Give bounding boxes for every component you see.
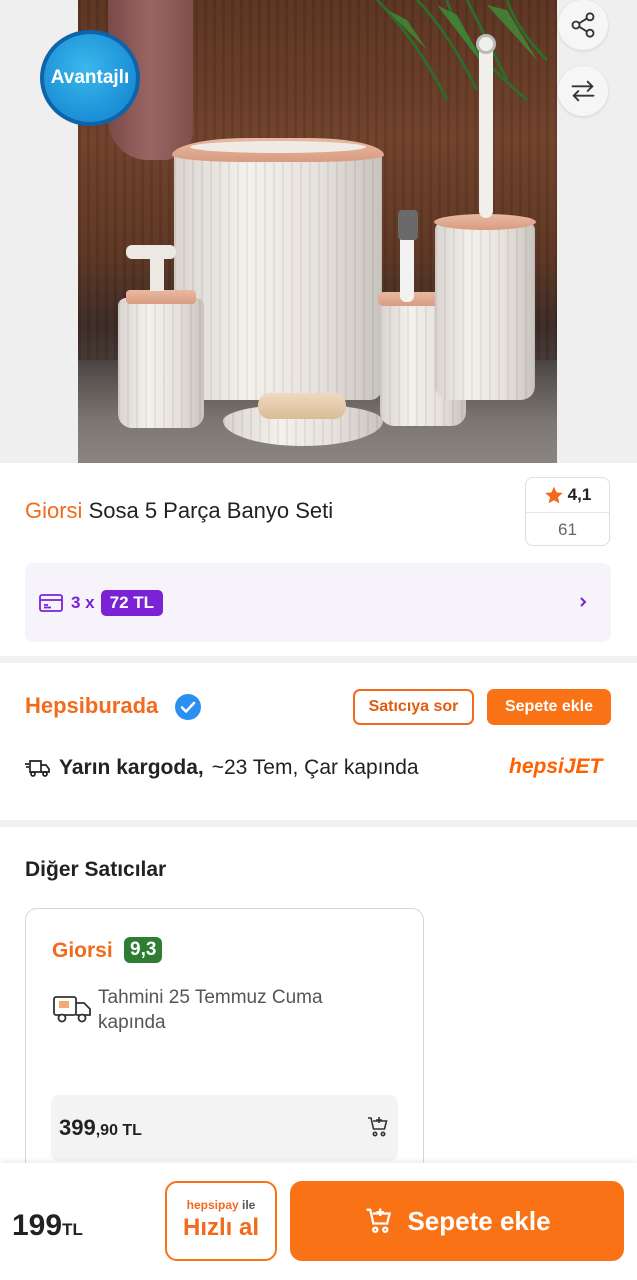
star-icon (544, 486, 563, 504)
installment-amount: 72 TL (100, 589, 164, 616)
fast-buy-button[interactable]: hepsipay ile Hızlı al (165, 1181, 277, 1261)
section-divider (0, 820, 637, 827)
fast-delivery-truck-icon (25, 760, 50, 777)
advantage-badge-label: Avantajlı (50, 67, 130, 88)
add-to-cart-button[interactable]: Sepete ekle (290, 1181, 624, 1261)
share-icon (571, 12, 595, 38)
product-page: Avantajlı Giorsi Sosa 5 Parça Banyo Seti… (0, 0, 637, 1280)
other-seller-eta: Tahmini 25 Temmuz Cuma kapında (98, 987, 323, 1033)
product-brand-link[interactable]: Giorsi (25, 498, 82, 523)
product-name: Sosa 5 Parça Banyo Seti (88, 498, 334, 523)
delivery-truck-icon (53, 996, 91, 1023)
compare-button[interactable] (558, 66, 608, 116)
share-button[interactable] (558, 0, 608, 50)
compare-arrows-icon (571, 80, 595, 102)
fast-buy-label: Hızlı al (182, 1214, 260, 1241)
add-to-cart-icon[interactable] (366, 1115, 390, 1139)
rating-value: 4,1 (567, 485, 592, 504)
installment-count: 3 x (71, 592, 95, 612)
delivery-bold-text: Yarın kargoda, (59, 756, 204, 779)
other-sellers-title: Diğer Satıcılar (25, 858, 167, 881)
verified-badge-icon (175, 694, 201, 720)
installment-banner[interactable]: 3 x 72 TL (25, 563, 611, 642)
delivery-info: Yarın kargoda, ~23 Tem, Çar kapında (25, 756, 419, 780)
product-title: Giorsi Sosa 5 Parça Banyo Seti (25, 498, 333, 524)
cart-plus-icon (366, 1208, 392, 1233)
advantage-badge: Avantajlı (40, 30, 140, 126)
seller-score-badge: 9,3 (124, 937, 163, 963)
hepsipay-label: hepsipay ile (186, 1198, 256, 1212)
rating-summary[interactable]: 4,1 61 (525, 477, 610, 546)
other-seller-name[interactable]: Giorsi (52, 939, 113, 963)
section-divider (0, 656, 637, 663)
review-count: 61 (558, 519, 577, 539)
hepsijet-logo: hepsiJET (509, 755, 603, 778)
seller-name[interactable]: Hepsiburada (25, 693, 158, 719)
other-seller-price: 399,90 TL (59, 1115, 142, 1140)
chevron-right-icon (580, 597, 587, 607)
product-image-gallery[interactable]: Avantajlı (0, 0, 637, 463)
delivery-date-text: ~23 Tem, Çar kapında (211, 756, 419, 779)
other-seller-price-box[interactable]: 399,90 TL (51, 1095, 398, 1161)
total-price: 199TL (12, 1209, 83, 1242)
credit-card-icon (39, 593, 63, 612)
add-to-cart-label: Sepete ekle (407, 1205, 551, 1236)
bottom-action-bar: 199TL hepsipay ile Hızlı al Sepete ekle (0, 1163, 637, 1280)
product-photo (78, 0, 557, 463)
ask-seller-button[interactable]: Satıcıya sor (353, 689, 474, 725)
seller-add-to-cart-button[interactable]: Sepete ekle (487, 689, 611, 725)
other-seller-card[interactable]: Giorsi 9,3 Tahmini 25 Temmuz Cuma kapınd… (25, 908, 424, 1198)
